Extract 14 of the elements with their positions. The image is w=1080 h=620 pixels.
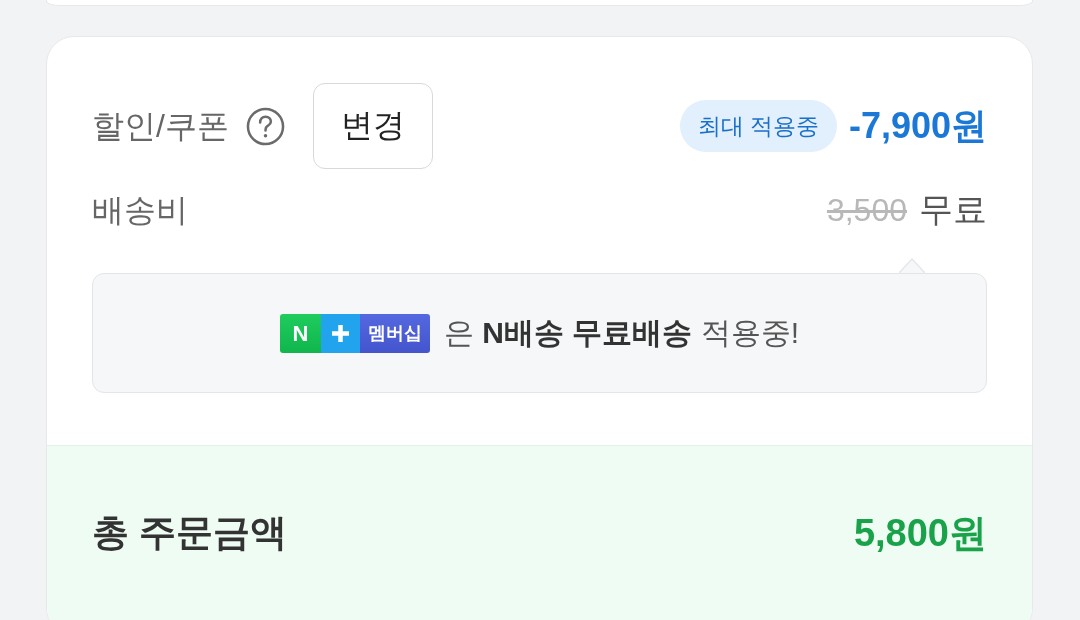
- change-button[interactable]: 변경: [312, 83, 433, 169]
- row-label: 할인/쿠폰: [92, 110, 229, 142]
- notice-message: 은 N배송 무료배송 적용중!: [444, 314, 799, 351]
- original-price: 3,500: [826, 191, 907, 229]
- total-amount: 5,800원: [853, 510, 987, 556]
- discount-amount: -7,900원: [848, 103, 987, 148]
- shipping-fee: 무료: [919, 189, 987, 230]
- help-icon[interactable]: [245, 106, 285, 146]
- row-label: 배송비: [92, 194, 188, 226]
- n-logo: N: [280, 313, 321, 353]
- membership-label: 멤버십: [360, 313, 430, 353]
- total-label: 총 주문금액: [92, 511, 288, 555]
- status-badge: 최대 적용중: [679, 100, 837, 152]
- plus-icon: [321, 313, 360, 353]
